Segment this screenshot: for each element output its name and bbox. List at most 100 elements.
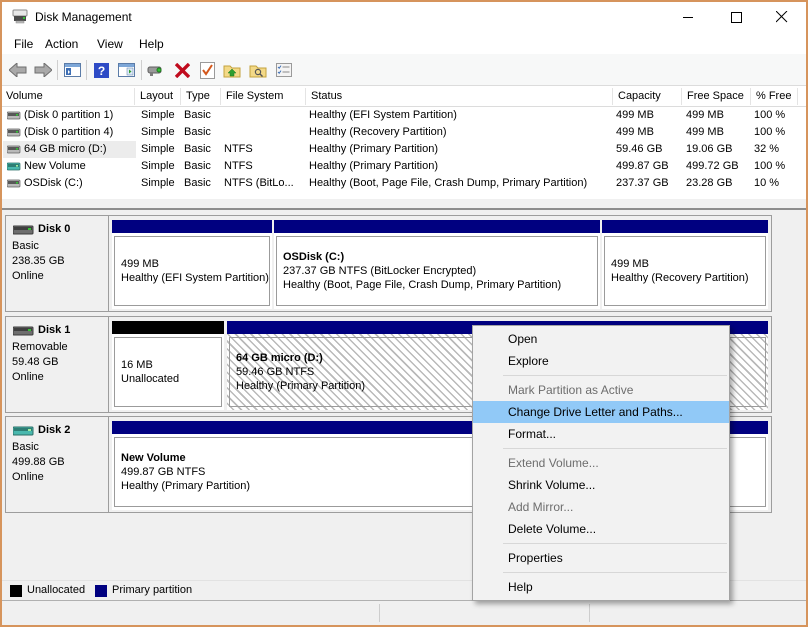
menu-item-properties[interactable]: Properties — [473, 547, 729, 569]
menu-item-change-drive-letter[interactable]: Change Drive Letter and Paths... — [473, 401, 729, 423]
cell-pctfree: 100 % — [754, 126, 786, 138]
cell-layout: Simple — [141, 126, 175, 138]
volume-row[interactable]: (Disk 0 partition 4) Simple Basic Health… — [2, 124, 806, 141]
menu-separator — [503, 572, 727, 573]
checklist-icon — [276, 63, 292, 77]
column-header-volume[interactable]: Volume — [2, 88, 135, 105]
disk-kind: Basic — [12, 240, 39, 252]
cell-freespace: 499 MB — [686, 109, 724, 121]
cell-filesystem: NTFS — [224, 143, 253, 155]
delete-button[interactable] — [170, 58, 194, 82]
disk-name: Disk 0 — [38, 223, 71, 235]
cell-pctfree: 100 % — [754, 160, 786, 172]
open-folder-button[interactable] — [220, 58, 244, 82]
menu-action[interactable]: Action — [38, 35, 85, 53]
menu-item-format[interactable]: Format... — [473, 423, 729, 445]
cell-layout: Simple — [141, 143, 175, 155]
disk-name: Disk 1 — [38, 324, 71, 336]
column-header-filesystem[interactable]: File System — [222, 88, 306, 105]
cell-capacity: 499.87 GB — [616, 160, 669, 172]
status-divider — [589, 604, 590, 622]
column-header-freespace[interactable]: Free Space — [683, 88, 751, 105]
close-icon — [776, 11, 788, 23]
legend-label-unallocated: Unallocated — [27, 584, 86, 596]
disk-row-0: Disk 0 Basic 238.35 GB Online 499 MB Hea… — [5, 215, 772, 312]
menu-item-explore[interactable]: Explore — [473, 350, 729, 372]
cell-volume: 64 GB micro (D:) — [24, 143, 107, 155]
delete-x-icon — [174, 62, 190, 78]
show-action-pane-button[interactable] — [114, 58, 138, 82]
drive-icon — [7, 179, 21, 189]
menu-item-open[interactable]: Open — [473, 328, 729, 350]
disk-icon — [13, 325, 34, 337]
properties-list-button[interactable] — [272, 58, 296, 82]
drive-icon — [7, 145, 21, 155]
menu-item-help[interactable]: Help — [473, 576, 729, 598]
console-window-icon — [63, 63, 81, 77]
disk-status: Online — [12, 471, 44, 483]
disk-2-label[interactable]: Disk 2 Basic 499.88 GB Online — [6, 417, 109, 512]
menu-file[interactable]: File — [7, 35, 40, 53]
legend-swatch-primary — [95, 585, 107, 597]
check-document-button[interactable] — [195, 58, 219, 82]
partition-info: 499 MB Healthy (Recovery Partition) — [604, 236, 766, 306]
device-button[interactable] — [144, 58, 168, 82]
disk-0-label[interactable]: Disk 0 Basic 238.35 GB Online — [6, 216, 109, 311]
partition-info: OSDisk (C:) 237.37 GB NTFS (BitLocker En… — [276, 236, 598, 306]
cell-filesystem — [224, 124, 304, 141]
menu-help[interactable]: Help — [132, 35, 171, 53]
cell-type: Basic — [184, 143, 211, 155]
partition-color-bar — [112, 220, 272, 233]
menu-item-extend-volume: Extend Volume... — [508, 456, 599, 470]
cell-layout: Simple — [141, 177, 175, 189]
cell-capacity: 59.46 GB — [616, 143, 663, 155]
drive-icon — [7, 111, 21, 121]
splitter-bar[interactable] — [2, 199, 806, 210]
show-console-tree-button[interactable] — [60, 58, 84, 82]
disk-management-window: Disk Management File Action View Help ? … — [0, 0, 808, 627]
column-header-pctfree[interactable]: % Free — [752, 88, 798, 105]
menu-separator — [503, 543, 727, 544]
cell-type: Basic — [184, 109, 211, 121]
volume-row-selected[interactable]: 64 GB micro (D:) Simple Basic NTFS Healt… — [2, 141, 806, 158]
partition-osdisk-c[interactable]: OSDisk (C:) 237.37 GB NTFS (BitLocker En… — [274, 220, 600, 309]
cell-type: Basic — [184, 126, 211, 138]
column-header-layout[interactable]: Layout — [136, 88, 181, 105]
drive-icon — [7, 128, 21, 138]
maximize-button[interactable] — [714, 2, 758, 32]
volume-row[interactable]: (Disk 0 partition 1) Simple Basic Health… — [2, 107, 806, 124]
cell-volume: (Disk 0 partition 4) — [24, 126, 114, 138]
cell-status: Healthy (Recovery Partition) — [309, 126, 447, 138]
back-button[interactable] — [6, 58, 30, 82]
help-icon: ? — [93, 62, 109, 78]
legend-label-primary: Primary partition — [112, 584, 193, 596]
disk-status: Online — [12, 270, 44, 282]
menu-view[interactable]: View — [90, 35, 130, 53]
partition-info: 16 MB Unallocated — [114, 337, 222, 407]
disk-1-label[interactable]: Disk 1 Removable 59.48 GB Online — [6, 317, 109, 412]
column-header-capacity[interactable]: Capacity — [614, 88, 682, 105]
close-button[interactable] — [760, 2, 804, 32]
explore-folder-button[interactable] — [246, 58, 270, 82]
volume-row[interactable]: New Volume Simple Basic NTFS Healthy (Pr… — [2, 158, 806, 175]
column-header-status[interactable]: Status — [307, 88, 613, 105]
partition-unallocated[interactable]: 16 MB Unallocated — [112, 321, 224, 410]
volume-row[interactable]: OSDisk (C:) Simple Basic NTFS (BitLo... … — [2, 175, 806, 192]
column-header-type[interactable]: Type — [182, 88, 221, 105]
app-icon — [12, 9, 28, 24]
forward-arrow-icon — [34, 63, 52, 77]
device-icon — [147, 66, 162, 76]
disk-size: 59.48 GB — [12, 356, 59, 368]
partition-efi[interactable]: 499 MB Healthy (EFI System Partition) — [112, 220, 272, 309]
menu-item-delete-volume[interactable]: Delete Volume... — [473, 518, 729, 540]
forward-button[interactable] — [31, 58, 55, 82]
cell-status: Healthy (Boot, Page File, Crash Dump, Pr… — [309, 177, 588, 189]
partition-recovery[interactable]: 499 MB Healthy (Recovery Partition) — [602, 220, 768, 309]
help-button[interactable]: ? — [89, 58, 113, 82]
cell-layout: Simple — [141, 109, 175, 121]
back-arrow-icon — [9, 63, 27, 77]
cell-status: Healthy (Primary Partition) — [309, 160, 438, 172]
minimize-button[interactable] — [666, 2, 710, 32]
menu-item-shrink-volume[interactable]: Shrink Volume... — [473, 474, 729, 496]
cell-layout: Simple — [141, 160, 175, 172]
